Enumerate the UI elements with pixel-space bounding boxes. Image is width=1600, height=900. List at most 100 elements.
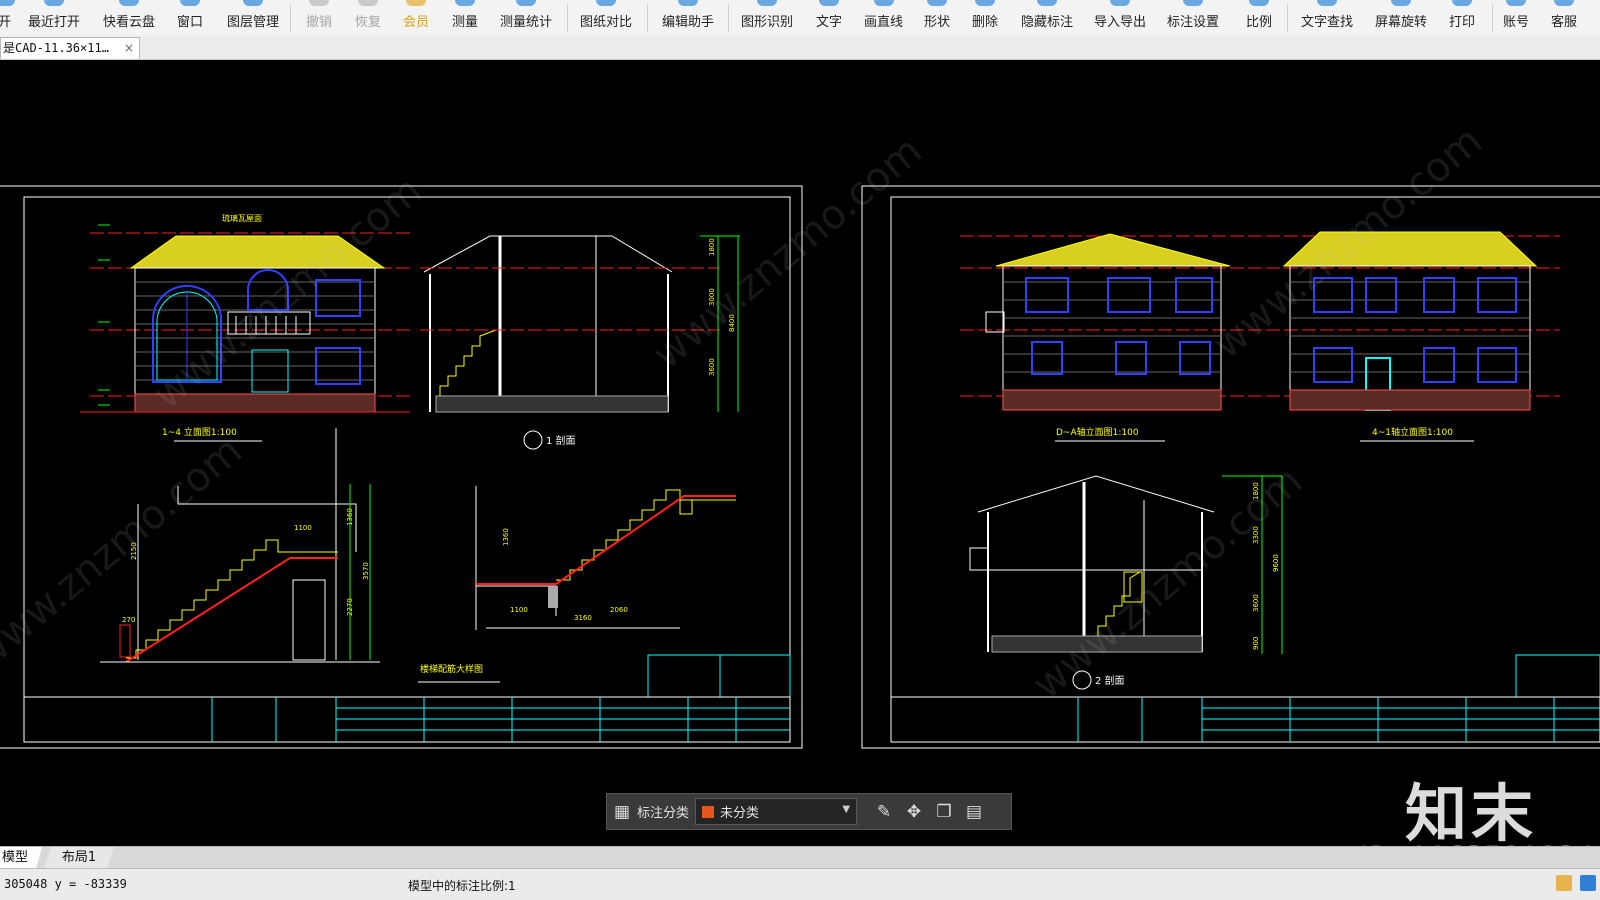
crown-icon [406, 0, 426, 6]
toolbar-hide-annotations-button[interactable]: 隐藏标注 [1021, 0, 1073, 36]
annotation-category-label: 标注分类 [637, 806, 690, 821]
toolbar-measure-stats-button[interactable]: 测量统计 [500, 0, 552, 36]
sheet-1-frame [0, 185, 803, 749]
move-icon[interactable]: ✥ [899, 797, 929, 827]
text-icon [819, 0, 839, 6]
toolbar-separator [1287, 4, 1288, 32]
line-icon [873, 0, 894, 6]
toolbar-shape-button[interactable]: 形状 [924, 0, 950, 36]
scale-icon [1249, 0, 1269, 6]
toolbar-undo-button[interactable]: 撤销 [306, 0, 332, 36]
dim-label: 9600 [1272, 554, 1280, 572]
document-tabbar: 是CAD-11.36×11… × [0, 36, 1600, 60]
dim-label: 270 [122, 616, 135, 624]
tab-layout1[interactable]: 布局1 [44, 847, 114, 868]
document-tab[interactable]: 是CAD-11.36×11… × [0, 37, 140, 59]
status-icons [1556, 875, 1596, 891]
dim-label: 1360 [346, 508, 354, 526]
dim-label: 3160 [574, 614, 592, 622]
settings-icon [1183, 0, 1203, 6]
edit-icon[interactable]: ✎ [869, 797, 899, 827]
ruler-icon [455, 0, 475, 6]
clock-icon [44, 0, 64, 6]
toolbar-separator [1492, 4, 1493, 32]
dim-label: 1800 [708, 238, 716, 256]
toolbar-account-button[interactable]: 账号 [1503, 0, 1529, 36]
toolbar-window-button[interactable]: 窗口 [177, 0, 203, 36]
layers-icon [243, 0, 263, 6]
toolbar-edit-helper-button[interactable]: 编辑助手 [662, 0, 714, 36]
sheet-1-title-block [23, 654, 791, 743]
dim-label: 1100 [294, 524, 312, 532]
dim-label: 1360 [502, 528, 510, 546]
shape-icon [927, 0, 947, 6]
recognize-icon [757, 0, 777, 6]
dim-label: 1100 [510, 606, 528, 614]
dim-label: 900 [1252, 637, 1260, 650]
printer-icon [1452, 0, 1472, 6]
toolbar-text-button[interactable]: 文字 [816, 0, 842, 36]
sheet-1: 1~4 立面图1:100 琉璃瓦屋面 1 剖面 1800 3000 8400 3… [0, 185, 803, 749]
document-icon[interactable] [1556, 875, 1572, 891]
stats-icon [516, 0, 536, 6]
undo-icon [309, 0, 329, 6]
toolbar-annotation-settings-button[interactable]: 标注设置 [1167, 0, 1219, 36]
paste-icon[interactable]: ▤ [959, 797, 989, 827]
toolbar-import-export-button[interactable]: 导入导出 [1094, 0, 1146, 36]
status-bar: 305048 y = -83339 模型中的标注比例:1 [0, 868, 1600, 900]
toolbar-separator [290, 4, 291, 32]
stair-detail-title: 楼梯配筋大样图 [420, 663, 483, 675]
eye-off-icon [1037, 0, 1057, 6]
annotation-category-select[interactable]: 未分类 ▼ [695, 798, 858, 825]
toolbar-delete-button[interactable]: 删除 [972, 0, 998, 36]
toolbar-rotate-screen-button[interactable]: 屏幕旋转 [1375, 0, 1427, 36]
user-icon [1506, 0, 1526, 6]
section-2-title: 2 剖面 [1095, 674, 1125, 687]
sheet-2-frame [861, 185, 1600, 749]
close-icon[interactable]: × [124, 38, 134, 59]
sheet-2-title-block [890, 654, 1600, 743]
toolbar-scale-button[interactable]: 比例 [1246, 0, 1272, 36]
toolbar-print-button[interactable]: 打印 [1449, 0, 1475, 36]
toolbar-layers-button[interactable]: 图层管理 [227, 0, 279, 36]
dim-label: 2270 [346, 598, 354, 616]
window-icon [180, 0, 200, 6]
toolbar-line-button[interactable]: 画直线 [864, 0, 903, 36]
toolbar-separator [647, 4, 648, 32]
toolbar-separator [728, 4, 729, 32]
elevation-d-a-title: D~A轴立面图1:100 [1056, 426, 1139, 438]
dim-label: 2060 [610, 606, 628, 614]
stair-detail-right: 1100 3160 2060 1360 楼梯配筋大样图 [418, 486, 736, 683]
dim-label: 3600 [708, 358, 716, 376]
import-export-icon [1110, 0, 1130, 6]
toolbar-shape-recognize-button[interactable]: 图形识别 [741, 0, 793, 36]
dim-label: 3570 [362, 562, 370, 580]
cad-canvas[interactable]: 1~4 立面图1:100 琉璃瓦屋面 1 剖面 1800 3000 8400 3… [0, 60, 1600, 846]
search-icon [1317, 0, 1337, 6]
chevron-down-icon: ▼ [842, 804, 851, 815]
category-color-swatch [702, 805, 715, 818]
section-1-title: 1 剖面 [546, 434, 576, 447]
annotation-category-bar: ▦ 标注分类 未分类 ▼ ✎ ✥ ❐ ▤ [606, 793, 1012, 830]
toolbar-text-search-button[interactable]: 文字查找 [1301, 0, 1353, 36]
folder-icon [0, 0, 15, 6]
cloud-icon [119, 0, 139, 6]
toolbar-compare-button[interactable]: 图纸对比 [580, 0, 632, 36]
toolbar-vip-button[interactable]: 会员 [403, 0, 429, 36]
toolbar-open-button[interactable]: 开 [0, 0, 15, 36]
toolbar-redo-button[interactable]: 恢复 [355, 0, 381, 36]
compare-icon [596, 0, 616, 6]
grid-icon[interactable]: ▦ [607, 797, 637, 827]
toolbar-cloud-button[interactable]: 快看云盘 [103, 0, 155, 36]
annotation-category-value: 未分类 [720, 806, 760, 821]
toolbar-recent-button[interactable]: 最近打开 [28, 0, 80, 36]
sheet-1-border [23, 196, 791, 743]
app-icon[interactable] [1580, 875, 1596, 891]
roof-note: 琉璃瓦屋面 [222, 213, 262, 223]
document-tab-title: 是CAD-11.36×11… [3, 41, 109, 55]
tab-model[interactable]: 模型 [0, 847, 42, 868]
toolbar-measure-button[interactable]: 测量 [452, 0, 478, 36]
main-toolbar: 开 最近打开 快看云盘 窗口 图层管理 撤销 恢复 会员 测量 测量统计 图纸对… [0, 0, 1600, 37]
toolbar-support-button[interactable]: 客服 [1551, 0, 1577, 36]
copy-icon[interactable]: ❐ [929, 797, 959, 827]
